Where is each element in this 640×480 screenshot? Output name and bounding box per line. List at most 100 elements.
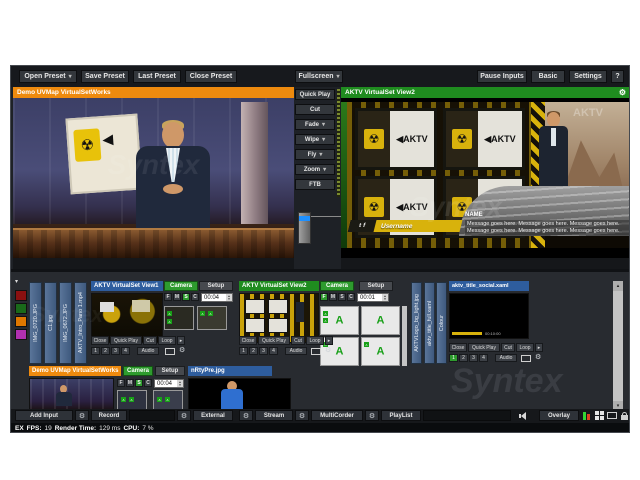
inputs-scrollbar[interactable]: ▴ ▾ [613, 281, 623, 409]
preview-title-bar[interactable]: Demo UVMap VirtualSetWorks [13, 87, 294, 98]
tbar-handle[interactable] [299, 216, 310, 221]
angle-preview[interactable]: A A [361, 337, 400, 366]
audio-button[interactable]: Audio [285, 347, 307, 355]
gear-icon[interactable]: ⚙ [325, 347, 331, 355]
close-button[interactable]: Close [91, 336, 109, 345]
minimized-input[interactable]: IMG_0672.JPG [59, 282, 72, 364]
gear-icon[interactable]: ⚙ [239, 410, 253, 421]
setup-button[interactable]: Setup [155, 366, 185, 376]
input-thumbnail[interactable]: 00:10:00 [449, 293, 529, 339]
speed-medium-button[interactable]: M [173, 293, 181, 301]
category-chip-orange[interactable] [15, 316, 27, 327]
speed-custom-button[interactable]: C [144, 379, 152, 387]
cut-button[interactable]: Cut [291, 336, 305, 345]
gear-icon[interactable]: ⚙ [619, 88, 626, 97]
angle-preview[interactable]: A A [117, 390, 147, 409]
close-button[interactable]: Close [239, 336, 257, 345]
cut-button[interactable]: Cut [295, 104, 335, 115]
close-preset-button[interactable]: Close Preset [185, 70, 237, 83]
add-input-button[interactable]: Add Input [15, 410, 73, 421]
fade-button[interactable]: Fade ▾ [295, 119, 335, 130]
input-title-bar[interactable]: Demo UVMap VirtualSetWorks [29, 366, 121, 376]
speed-slow-button[interactable]: S [182, 293, 190, 301]
speed-fast-button[interactable]: F [320, 293, 328, 301]
minimized-input[interactable]: AKTVLogo_bg_light.jpg [411, 282, 422, 364]
angle-preview[interactable]: A A [153, 390, 183, 409]
basic-button[interactable]: Basic [531, 70, 565, 83]
speed-custom-button[interactable]: C [347, 293, 355, 301]
position-3-button[interactable]: 3 [469, 354, 478, 362]
spinner-icon[interactable]: ▴▾ [177, 380, 183, 387]
position-1-button[interactable]: 1 [449, 354, 458, 362]
position-4-button[interactable]: 4 [269, 347, 278, 355]
monitor-icon[interactable] [165, 348, 175, 355]
transition-time-field[interactable]: 00:04 ▴▾ [154, 379, 184, 388]
loop-button[interactable]: Loop [306, 336, 324, 345]
audio-button[interactable]: Audio [137, 347, 159, 355]
record-button[interactable]: Record [91, 410, 127, 421]
chevron-down-icon[interactable]: ▾ [15, 278, 18, 285]
fly-button[interactable]: Fly ▾ [295, 149, 335, 160]
camera-button[interactable]: Camera [123, 366, 153, 376]
transition-time-field[interactable]: 00:01 ▴▾ [357, 293, 389, 302]
input-thumbnail[interactable] [29, 378, 114, 409]
position-3-button[interactable]: 3 [111, 347, 120, 355]
setup-button[interactable]: Setup [359, 281, 393, 291]
multicorder-button[interactable]: MultiCorder [311, 410, 363, 421]
play-icon[interactable]: ▸ [535, 343, 543, 352]
angle-preview[interactable]: A [361, 306, 400, 335]
scroll-up-icon[interactable]: ▴ [613, 281, 623, 291]
camera-button[interactable]: Camera [164, 281, 198, 291]
play-icon[interactable]: ▸ [177, 336, 185, 345]
spinner-icon[interactable]: ▴▾ [382, 294, 388, 301]
angle-preview[interactable]: A A [197, 306, 227, 330]
speed-slow-button[interactable]: S [135, 379, 143, 387]
gear-icon[interactable]: ⚙ [177, 410, 191, 421]
monitor-icon[interactable] [521, 355, 531, 362]
speaker-icon[interactable] [519, 412, 531, 420]
last-preset-button[interactable]: Last Preset [133, 70, 181, 83]
position-3-button[interactable]: 3 [259, 347, 268, 355]
gear-icon[interactable]: ⚙ [535, 354, 541, 362]
gear-icon[interactable]: ⚙ [179, 347, 185, 355]
camera-button[interactable]: Camera [320, 281, 354, 291]
angle-preview[interactable]: A A A [320, 306, 359, 335]
external-button[interactable]: External [193, 410, 233, 421]
transition-tbar[interactable] [298, 212, 311, 244]
play-icon[interactable]: ▸ [325, 336, 333, 345]
zoom-button[interactable]: Zoom ▾ [295, 164, 335, 175]
gear-icon[interactable]: ⚙ [75, 410, 89, 421]
speed-fast-button[interactable]: F [164, 293, 172, 301]
speed-medium-button[interactable]: M [126, 379, 134, 387]
speed-fast-button[interactable]: F [117, 379, 125, 387]
open-preset-button[interactable]: Open Preset ▾ [19, 70, 77, 83]
quick-play-button[interactable]: Quick Play [295, 89, 335, 100]
position-2-button[interactable]: 2 [249, 347, 258, 355]
input-thumbnail[interactable] [188, 378, 291, 409]
cut-button[interactable]: Cut [143, 336, 157, 345]
quick-play-button[interactable]: Quick Play [110, 336, 142, 345]
program-video[interactable]: ☢ ◀AKTV ☢ ◀AKTV ☢ ◀AKTV ☢ ◀AKTV AKTV [341, 98, 629, 258]
monitor-icon[interactable] [311, 348, 321, 355]
fullscreen-monitor-icon[interactable] [607, 412, 617, 419]
angle-preview[interactable]: A A [164, 306, 194, 330]
speed-medium-button[interactable]: M [329, 293, 337, 301]
minimized-input[interactable]: aktv_title_full.xaml [424, 282, 435, 364]
category-chip-magenta[interactable] [15, 329, 27, 340]
scroll-down-icon[interactable]: ▾ [613, 401, 623, 409]
spinner-icon[interactable]: ▴▾ [226, 294, 232, 301]
category-chip-red[interactable] [15, 290, 27, 301]
ftb-button[interactable]: FTB [295, 179, 335, 190]
multiview-grid-icon[interactable] [595, 411, 604, 420]
minimized-input[interactable]: AKTV_Intro_Pano 1.mp4 [74, 282, 87, 364]
category-chip-green[interactable] [15, 303, 27, 314]
minimized-input[interactable]: Colour [436, 282, 447, 364]
gear-icon[interactable]: ⚙ [365, 410, 379, 421]
setup-button[interactable]: Setup [199, 281, 233, 291]
loop-button[interactable]: Loop [516, 343, 534, 352]
input-title-bar[interactable]: nRtyPre.jpg [188, 366, 272, 376]
lock-icon[interactable] [621, 415, 628, 420]
settings-button[interactable]: Settings [569, 70, 607, 83]
audio-meter-icon[interactable] [583, 411, 591, 421]
position-4-button[interactable]: 4 [121, 347, 130, 355]
